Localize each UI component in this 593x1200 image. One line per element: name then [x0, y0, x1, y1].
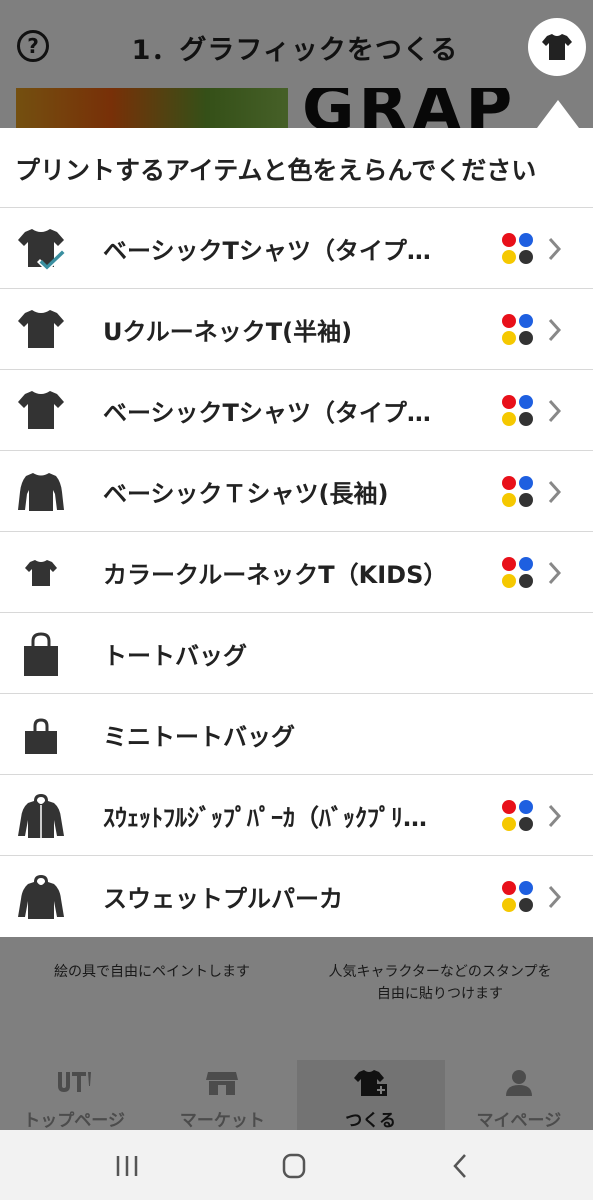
- tshirt-icon: [18, 391, 64, 429]
- item-label: ミニトートバッグ: [103, 723, 295, 751]
- item-list: ベーシックTシャツ（タイプ… UクルーネックT(半袖) ベーシックTシャツ（タイ…: [0, 208, 593, 937]
- item-label: カラークルーネックT（KIDS）: [103, 561, 448, 589]
- chevron-right-icon: [548, 885, 562, 909]
- current-item-button[interactable]: [528, 18, 586, 76]
- color-dot: [502, 476, 516, 490]
- color-dot: [519, 395, 533, 409]
- color-dot: [502, 817, 516, 831]
- list-item[interactable]: ベーシックＴシャツ(長袖): [0, 451, 593, 532]
- popover-header: プリントするアイテムと色をえらんでください: [0, 128, 593, 208]
- recent-apps-icon[interactable]: [107, 1150, 147, 1182]
- color-dot: [519, 233, 533, 247]
- tshirt-checked-icon: [18, 229, 66, 272]
- item-label: ｽｳｪｯﾄﾌﾙｼﾞｯﾌﾟﾊﾟｰｶ（ﾊﾞｯｸﾌﾟﾘ…: [103, 804, 427, 832]
- color-dot: [502, 800, 516, 814]
- color-dot: [502, 557, 516, 571]
- list-item[interactable]: カラークルーネックT（KIDS）: [0, 532, 593, 613]
- color-options-icon: [502, 395, 536, 429]
- color-dot: [519, 314, 533, 328]
- popover-title: プリントするアイテムと色をえらんでください: [15, 156, 537, 185]
- chevron-right-icon: [548, 480, 562, 504]
- tote-bag-icon: [24, 632, 58, 676]
- color-dot: [502, 412, 516, 426]
- chevron-right-icon: [548, 318, 562, 342]
- chevron-right-icon: [548, 804, 562, 828]
- item-label: トートバッグ: [103, 642, 247, 670]
- color-dot: [519, 898, 533, 912]
- chevron-right-icon: [548, 561, 562, 585]
- color-dot: [502, 881, 516, 895]
- color-dot: [519, 574, 533, 588]
- item-label: UクルーネックT(半袖): [103, 318, 353, 346]
- system-navigation-bar: [0, 1130, 593, 1200]
- chevron-right-icon: [548, 237, 562, 261]
- list-item[interactable]: トートバッグ: [0, 613, 593, 694]
- color-dot: [519, 557, 533, 571]
- color-dot: [502, 233, 516, 247]
- color-dot: [502, 314, 516, 328]
- color-dot: [502, 331, 516, 345]
- color-dot: [502, 574, 516, 588]
- kids-tshirt-icon: [25, 560, 57, 586]
- item-label: スウェットプルパーカ: [103, 885, 343, 913]
- color-dot: [519, 331, 533, 345]
- color-dot: [502, 250, 516, 264]
- color-dot: [519, 881, 533, 895]
- color-dot: [502, 395, 516, 409]
- chevron-right-icon: [548, 399, 562, 423]
- pullover-hoodie-icon: [18, 875, 64, 919]
- tshirt-icon: [542, 34, 572, 60]
- list-item[interactable]: スウェットプルパーカ: [0, 856, 593, 937]
- list-item[interactable]: ミニトートバッグ: [0, 694, 593, 775]
- list-item[interactable]: ベーシックTシャツ（タイプ…: [0, 370, 593, 451]
- color-options-icon: [502, 557, 536, 591]
- color-dot: [519, 493, 533, 507]
- color-dot: [519, 800, 533, 814]
- back-icon[interactable]: [440, 1150, 480, 1182]
- color-options-icon: [502, 881, 536, 915]
- color-options-icon: [502, 314, 536, 348]
- color-options-icon: [502, 233, 536, 267]
- list-item[interactable]: UクルーネックT(半袖): [0, 289, 593, 370]
- mini-tote-bag-icon: [25, 718, 57, 754]
- item-picker-popover: プリントするアイテムと色をえらんでください ベーシックTシャツ（タイプ… Uクル…: [0, 128, 593, 937]
- item-label: ベーシックTシャツ（タイプ…: [103, 399, 431, 427]
- color-dot: [502, 898, 516, 912]
- color-dot: [519, 817, 533, 831]
- popover-arrow: [537, 100, 579, 128]
- color-dot: [519, 250, 533, 264]
- color-dot: [502, 493, 516, 507]
- zip-hoodie-icon: [18, 794, 64, 838]
- tshirt-icon: [18, 310, 64, 348]
- color-dot: [519, 412, 533, 426]
- color-options-icon: [502, 476, 536, 510]
- long-sleeve-shirt-icon: [18, 473, 64, 511]
- color-dot: [519, 476, 533, 490]
- list-item[interactable]: ｽｳｪｯﾄﾌﾙｼﾞｯﾌﾟﾊﾟｰｶ（ﾊﾞｯｸﾌﾟﾘ…: [0, 775, 593, 856]
- item-label: ベーシックTシャツ（タイプ…: [103, 237, 431, 265]
- color-options-icon: [502, 800, 536, 834]
- item-label: ベーシックＴシャツ(長袖): [103, 480, 389, 508]
- list-item[interactable]: ベーシックTシャツ（タイプ…: [0, 208, 593, 289]
- home-icon[interactable]: [274, 1150, 314, 1182]
